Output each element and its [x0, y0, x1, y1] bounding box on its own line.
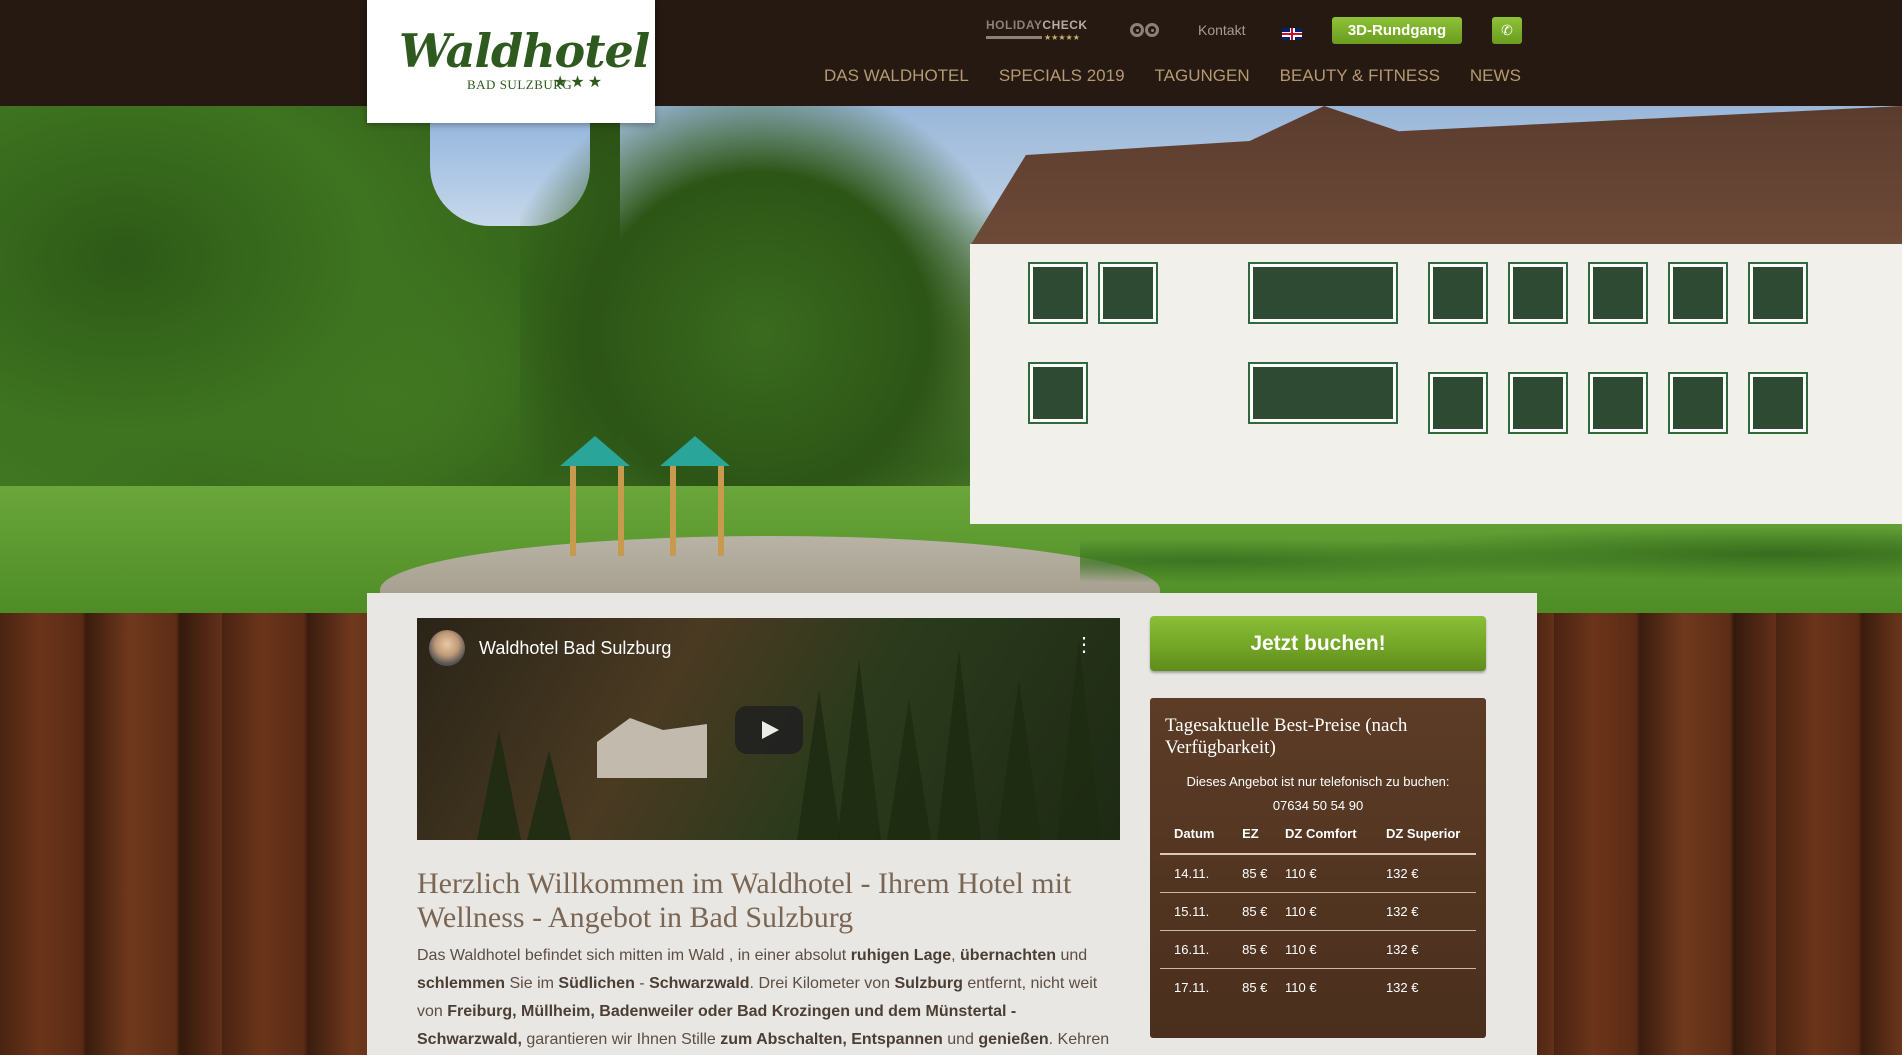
intro-text: Sie im — [505, 975, 559, 992]
logo-wordmark: Waldhotel — [399, 24, 650, 78]
price-cell: 16.11. — [1160, 930, 1229, 969]
price-row: 16.11. 85 €110 €132 € — [1160, 930, 1476, 969]
intro-emphasis: Schwarzwald — [649, 975, 750, 992]
nav-tagungen[interactable]: TAGUNGEN — [1155, 66, 1250, 86]
price-cell: 85 € — [1228, 853, 1272, 893]
price-column-header: EZ — [1242, 826, 1259, 841]
price-cell: 132 € — [1371, 853, 1476, 893]
phone-button[interactable]: ✆ — [1492, 17, 1522, 44]
nav-specials[interactable]: SPECIALS 2019 — [999, 66, 1125, 86]
nav-beauty-fitness[interactable]: BEAUTY & FITNESS — [1280, 66, 1440, 86]
page-headline: Herzlich Willkommen im Waldhotel - Ihrem… — [417, 867, 1072, 934]
price-cell: 110 € — [1271, 930, 1372, 969]
intro-text: Das Waldhotel befindet sich mitten im Wa… — [417, 947, 851, 964]
price-cell: 110 € — [1271, 892, 1372, 931]
intro-emphasis: Sulzburg — [894, 975, 963, 992]
price-phone[interactable]: 07634 50 54 90 — [1150, 794, 1486, 818]
price-column-header: Datum — [1174, 826, 1215, 841]
intro-emphasis: zum Abschalten, Entspannen — [720, 1031, 943, 1048]
price-cell: 85 € — [1228, 930, 1272, 969]
price-table: Datum EZ DZ Comfort DZ Superior 14.11. 85 €1… — [1160, 826, 1476, 1006]
price-cell: 85 € — [1228, 892, 1272, 931]
price-row: 14.11. 85 €110 €132 € — [1160, 853, 1476, 893]
best-price-box: Tagesaktuelle Best-Preise (nach Verfügba… — [1150, 698, 1486, 1038]
channel-avatar[interactable] — [429, 630, 465, 666]
price-cell: 110 € — [1271, 853, 1372, 893]
top-header: HOLIDAYCHECK ★★★★★ Kontakt 3D-Rundgang ✆… — [0, 0, 1902, 106]
intro-paragraph: Das Waldhotel befindet sich mitten im Wa… — [417, 942, 1122, 1054]
intro-emphasis: übernachten — [960, 947, 1057, 964]
price-box-title: Tagesaktuelle Best-Preise (nach Verfügba… — [1165, 715, 1408, 758]
video-player[interactable]: Waldhotel Bad Sulzburg ⋮ — [417, 618, 1120, 840]
owl-eyes-icon — [1125, 19, 1163, 41]
holidaycheck-badge[interactable]: HOLIDAYCHECK ★★★★★ — [986, 16, 1090, 44]
price-column-header: DZ Comfort — [1285, 826, 1357, 841]
play-icon[interactable] — [735, 706, 803, 754]
tripadvisor-link[interactable] — [1124, 16, 1164, 44]
logo-stars: ★★★ — [553, 74, 606, 91]
rating-stars: ★★★★★ — [1044, 33, 1080, 42]
price-cell: 132 € — [1371, 892, 1476, 931]
price-cell: 15.11. — [1160, 892, 1229, 931]
price-cell: 85 € — [1228, 968, 1272, 1006]
more-options-icon[interactable]: ⋮ — [1074, 635, 1094, 655]
intro-text: garantieren wir Ihnen Stille — [521, 1031, 721, 1048]
intro-text: . Drei Kilometer von — [749, 975, 895, 992]
intro-emphasis: genießen — [978, 1031, 1049, 1048]
kontakt-link[interactable]: Kontakt — [1198, 16, 1245, 44]
book-now-button[interactable]: Jetzt buchen! — [1150, 616, 1486, 671]
intro-text: . Kehren — [1048, 1031, 1110, 1048]
hero-image — [0, 106, 1902, 613]
phone-icon: ✆ — [1501, 22, 1513, 38]
nav-das-waldhotel[interactable]: DAS WALDHOTEL — [824, 66, 969, 86]
intro-emphasis: schlemmen — [417, 975, 506, 992]
uk-flag-icon[interactable] — [1282, 28, 1302, 40]
price-row: 15.11. 85 €110 €132 € — [1160, 892, 1476, 931]
3d-tour-button[interactable]: 3D-Rundgang — [1332, 17, 1462, 44]
price-cell: 14.11. — [1160, 853, 1229, 893]
intro-text: und — [1056, 947, 1088, 964]
price-row: 17.11. 85 €110 €132 € — [1160, 968, 1476, 1006]
video-title[interactable]: Waldhotel Bad Sulzburg — [479, 638, 671, 659]
content-panel: Waldhotel Bad Sulzburg ⋮ Herzlich Willko… — [367, 593, 1537, 1055]
holidaycheck-label-2: CHECK — [1042, 18, 1088, 32]
intro-emphasis: Südlichen — [558, 975, 635, 992]
nav-news[interactable]: NEWS — [1470, 66, 1521, 86]
intro-text: und — [942, 1031, 979, 1048]
main-nav: DAS WALDHOTEL SPECIALS 2019 TAGUNGEN BEA… — [824, 66, 1521, 86]
price-cell: 17.11. — [1160, 968, 1229, 1006]
logo[interactable]: Waldhotel BAD SULZBURG ★★★ — [367, 0, 655, 123]
price-cell: 132 € — [1371, 968, 1476, 1006]
price-cell: 110 € — [1271, 968, 1372, 1006]
price-column-header: DZ Superior — [1385, 826, 1461, 841]
price-note: Dieses Angebot ist nur telefonisch zu bu… — [1186, 774, 1450, 789]
price-cell: 132 € — [1371, 930, 1476, 969]
intro-text: - — [634, 975, 650, 992]
intro-text: , — [951, 947, 961, 964]
holidaycheck-label-1: HOLIDAY — [986, 18, 1043, 32]
intro-emphasis: ruhigen Lage — [850, 947, 952, 964]
